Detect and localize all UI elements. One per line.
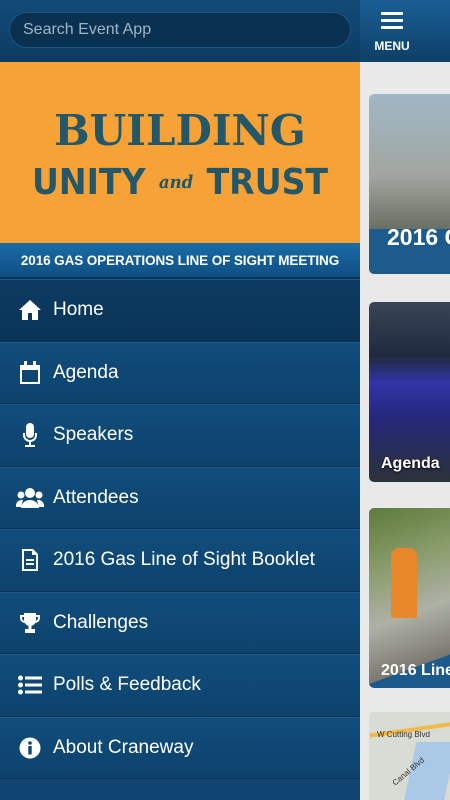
feature-card-map[interactable]: W Cutting Blvd Canal Blvd — [369, 712, 450, 800]
nav-item-speakers[interactable]: Speakers — [0, 404, 360, 467]
calendar-icon — [15, 360, 45, 385]
card-label: 2016 Line — [381, 662, 450, 679]
banner-word-and: and — [158, 172, 194, 193]
nav-item-home[interactable]: Home — [0, 279, 360, 342]
feature-card-event[interactable]: 2016 G — [369, 94, 450, 274]
nav-item-agenda[interactable]: Agenda — [0, 341, 360, 404]
nav-item-booklet[interactable]: 2016 Gas Line of Sight Booklet — [0, 529, 360, 592]
nav-item-label: Agenda — [53, 361, 119, 383]
search-input[interactable]: Search Event App — [9, 12, 351, 48]
menu-label: MENU — [374, 39, 410, 53]
banner-title-line2: UNITY and TRUST — [14, 162, 345, 203]
main-content: 2016 G Agenda 2016 Line W Cutting Blvd C… — [360, 62, 450, 800]
worker-photo — [391, 548, 417, 618]
nav-item-label: Attendees — [53, 486, 139, 508]
microphone-icon — [15, 422, 45, 448]
event-subtitle: 2016 GAS OPERATIONS LINE OF SIGHT MEETIN… — [0, 243, 360, 279]
banner-word-unity: UNITY — [31, 162, 146, 203]
banner-word-trust: TRUST — [206, 162, 329, 203]
info-icon — [15, 737, 45, 759]
card-label: Agenda — [381, 455, 440, 472]
nav-item-label: Home — [53, 299, 104, 321]
nav-item-challenges[interactable]: Challenges — [0, 591, 360, 654]
nav-item-label: About Craneway — [53, 736, 194, 758]
nav-item-label: 2016 Gas Line of Sight Booklet — [53, 549, 315, 571]
nav-item-label: Challenges — [53, 611, 149, 633]
event-banner: BUILDING UNITY and TRUST — [0, 62, 360, 243]
people-icon — [15, 487, 45, 509]
feature-card-line[interactable]: 2016 Line — [369, 508, 450, 688]
menu-button[interactable]: MENU — [360, 0, 424, 62]
home-icon — [15, 299, 45, 321]
nav-item-about[interactable]: About Craneway — [0, 716, 360, 779]
hamburger-icon — [381, 12, 403, 33]
card-label: 2016 G — [387, 224, 450, 250]
navigation-drawer: Search Event App BUILDING UNITY and TRUS… — [0, 0, 360, 800]
search-bar: Search Event App — [0, 0, 360, 62]
document-icon — [15, 548, 45, 572]
feature-card-agenda[interactable]: Agenda — [369, 302, 450, 482]
trophy-icon — [15, 612, 45, 634]
nav-item-label: Polls & Feedback — [53, 674, 201, 696]
map-street-label: W Cutting Blvd — [377, 730, 430, 739]
list-icon — [15, 675, 45, 695]
top-bar: MENU — [360, 0, 450, 62]
nav-item-attendees[interactable]: Attendees — [0, 466, 360, 529]
banner-title-line1: BUILDING — [54, 106, 306, 155]
nav-list: Home Agenda Speakers Attendees 2016 Gas … — [0, 279, 360, 779]
nav-item-label: Speakers — [53, 424, 134, 446]
nav-item-polls[interactable]: Polls & Feedback — [0, 654, 360, 717]
